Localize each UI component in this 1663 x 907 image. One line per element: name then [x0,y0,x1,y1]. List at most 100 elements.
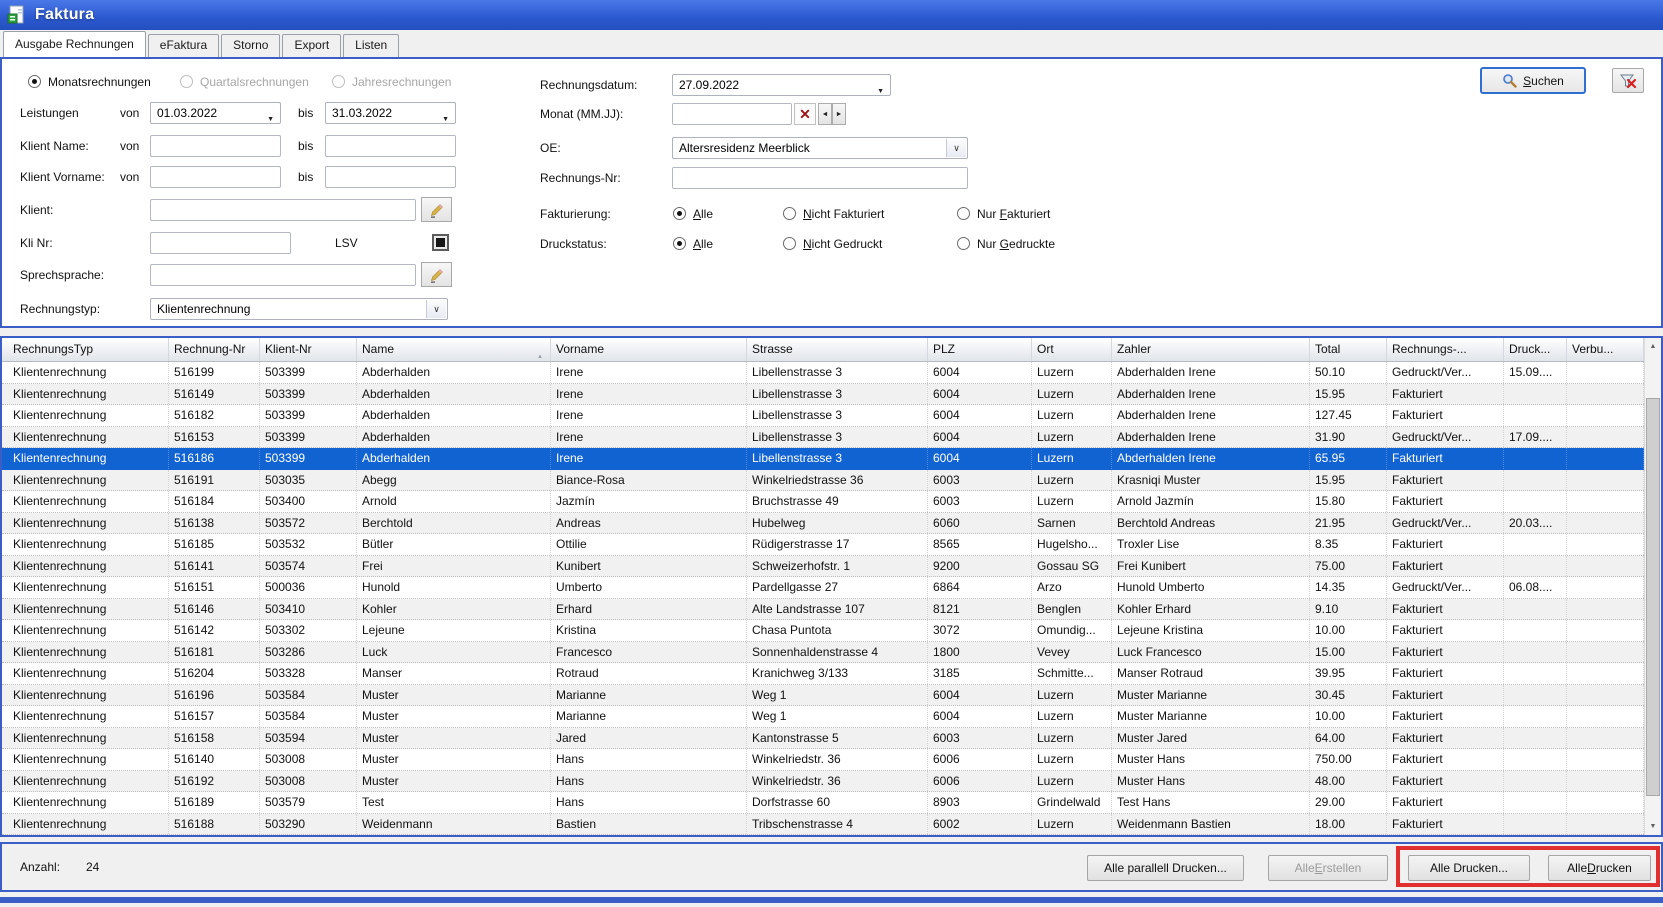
cell: Luzern [1032,491,1112,512]
column-header[interactable]: Rechnungs-... [1387,338,1504,361]
rechnungs-nr-input[interactable] [672,167,968,189]
table-row[interactable]: Klientenrechnung516184503400ArnoldJazmín… [2,491,1644,513]
lsv-checkbox[interactable] [432,234,449,251]
table-row[interactable]: Klientenrechnung516140503008MusterHansWi… [2,749,1644,771]
leistungen-von-date-combo[interactable]: 01.03.2022▼ [150,102,281,124]
cell: Luzern [1032,706,1112,727]
cell: Weidenmann Bastien [1112,814,1310,835]
monat-spin-up-button[interactable]: ► [832,103,846,125]
oe-combo[interactable]: Altersresidenz Meerblick ∨ [672,137,968,159]
table-row[interactable]: Klientenrechnung516157503584MusterMarian… [2,706,1644,728]
table-row[interactable]: Klientenrechnung516181503286LuckFrancesc… [2,642,1644,664]
table-row[interactable]: Klientenrechnung516204503328ManserRotrau… [2,663,1644,685]
rechnungstyp-combo[interactable]: Klientenrechnung ∨ [150,298,448,320]
alle-erstellen-button[interactable]: Alle Erstellen [1268,855,1388,881]
leistungen-bis-date-combo[interactable]: 31.03.2022▼ [325,102,456,124]
kli-nr-input[interactable] [150,232,291,254]
klient-input[interactable] [150,199,416,221]
sprechsprache-edit-button[interactable] [421,262,452,287]
cell: Muster [357,706,551,727]
column-header[interactable]: Verbu... [1567,338,1644,361]
table-row[interactable]: Klientenrechnung516146503410KohlerErhard… [2,599,1644,621]
scroll-down-button[interactable]: ▼ [1645,818,1661,835]
table-row[interactable]: Klientenrechnung516151500036HunoldUmbert… [2,577,1644,599]
cell [1504,771,1567,792]
table-row[interactable]: Klientenrechnung516186503399AbderhaldenI… [2,448,1644,470]
column-header[interactable]: Rechnung-Nr [169,338,260,361]
cell [1504,642,1567,663]
table-row[interactable]: Klientenrechnung516182503399AbderhaldenI… [2,405,1644,427]
table-row[interactable]: Klientenrechnung516185503532BütlerOttili… [2,534,1644,556]
table-row[interactable]: Klientenrechnung516188503290WeidenmannBa… [2,814,1644,836]
klient-name-bis-input[interactable] [325,135,456,157]
cell: Fakturiert [1387,599,1504,620]
column-header[interactable]: Ort [1032,338,1112,361]
column-header[interactable]: Name▲ [357,338,551,361]
radio-fakturierung-alle[interactable] [673,207,686,220]
radio-druckstatus-nur[interactable] [957,237,970,250]
suchen-button[interactable]: Suchen [1480,67,1586,94]
cell: 503399 [260,384,357,405]
alle-drucken-dots-button[interactable]: Alle Drucken... [1408,855,1530,881]
table-row[interactable]: Klientenrechnung516189503579TestHansDorf… [2,792,1644,814]
cell: Erhard [551,599,747,620]
cell: Arnold [357,491,551,512]
table-row[interactable]: Klientenrechnung516191503035AbeggBiance-… [2,470,1644,492]
cell: Klientenrechnung [8,362,169,383]
table-row[interactable]: Klientenrechnung516142503302LejeuneKrist… [2,620,1644,642]
clear-filter-button[interactable] [1612,68,1644,93]
monat-clear-button[interactable]: ✕ [794,103,816,125]
tab-listen[interactable]: Listen [343,34,399,57]
cell: Winkelriedstrasse 36 [747,470,928,491]
klient-vorname-bis-input[interactable] [325,166,456,188]
cell: Luck Francesco [1112,642,1310,663]
radio-jahresrechnungen[interactable] [332,75,345,88]
column-header[interactable]: PLZ [928,338,1032,361]
column-header[interactable]: Strasse [747,338,928,361]
table-row[interactable]: Klientenrechnung516196503584MusterMarian… [2,685,1644,707]
cell: Pardellgasse 27 [747,577,928,598]
tab-efaktura[interactable]: eFaktura [148,34,219,57]
radio-fakturierung-nur[interactable] [957,207,970,220]
radio-druckstatus-nicht[interactable] [783,237,796,250]
klient-edit-button[interactable] [421,197,452,222]
klient-vorname-von-input[interactable] [150,166,281,188]
column-header[interactable]: Vorname [551,338,747,361]
tab-storno[interactable]: Storno [221,34,280,57]
table-row[interactable]: Klientenrechnung516199503399AbderhaldenI… [2,362,1644,384]
klient-name-von-input[interactable] [150,135,281,157]
cell [1567,448,1644,469]
radio-monatsrechnungen[interactable] [28,75,41,88]
cell: 503579 [260,792,357,813]
scrollbar-thumb[interactable] [1646,398,1660,796]
table-row[interactable]: Klientenrechnung516141503574FreiKunibert… [2,556,1644,578]
tab-export[interactable]: Export [282,34,341,57]
cell: Bruchstrasse 49 [747,491,928,512]
vertical-scrollbar[interactable]: ▲ ▼ [1644,338,1661,835]
table-row[interactable]: Klientenrechnung516192503008MusterHansWi… [2,771,1644,793]
table-row[interactable]: Klientenrechnung516158503594MusterJaredK… [2,728,1644,750]
cell: Hunold Umberto [1112,577,1310,598]
radio-quartalsrechnungen[interactable] [180,75,193,88]
cell [1567,599,1644,620]
column-header[interactable]: RechnungsTyp [8,338,169,361]
column-header[interactable]: Total [1310,338,1387,361]
cell: Test [357,792,551,813]
radio-fakturierung-nicht[interactable] [783,207,796,220]
scroll-up-button[interactable]: ▲ [1645,338,1661,355]
alle-drucken-button[interactable]: Alle Drucken [1548,855,1651,881]
radio-druckstatus-alle[interactable] [673,237,686,250]
column-header[interactable]: Zahler [1112,338,1310,361]
table-row[interactable]: Klientenrechnung516153503399AbderhaldenI… [2,427,1644,449]
sprechsprache-input[interactable] [150,264,416,286]
tab-ausgabe-rechnungen[interactable]: Ausgabe Rechnungen [3,31,146,57]
monat-spin-down-button[interactable]: ◄ [818,103,832,125]
column-header[interactable]: Druck... [1504,338,1567,361]
cell: Klientenrechnung [8,427,169,448]
table-row[interactable]: Klientenrechnung516138503572BerchtoldAnd… [2,513,1644,535]
column-header[interactable]: Klient-Nr [260,338,357,361]
rechnungsdatum-combo[interactable]: 27.09.2022▼ [672,74,891,96]
monat-input[interactable] [672,103,792,125]
table-row[interactable]: Klientenrechnung516149503399AbderhaldenI… [2,384,1644,406]
alle-parallell-drucken-button[interactable]: Alle parallell Drucken... [1087,855,1244,881]
